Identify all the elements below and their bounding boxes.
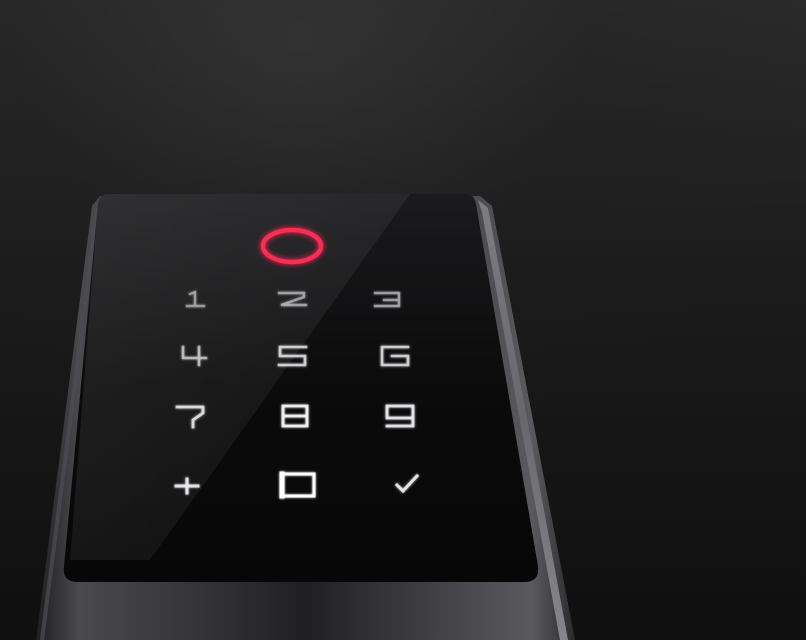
product-photo xyxy=(0,0,806,640)
smart-lock-device xyxy=(36,194,575,640)
